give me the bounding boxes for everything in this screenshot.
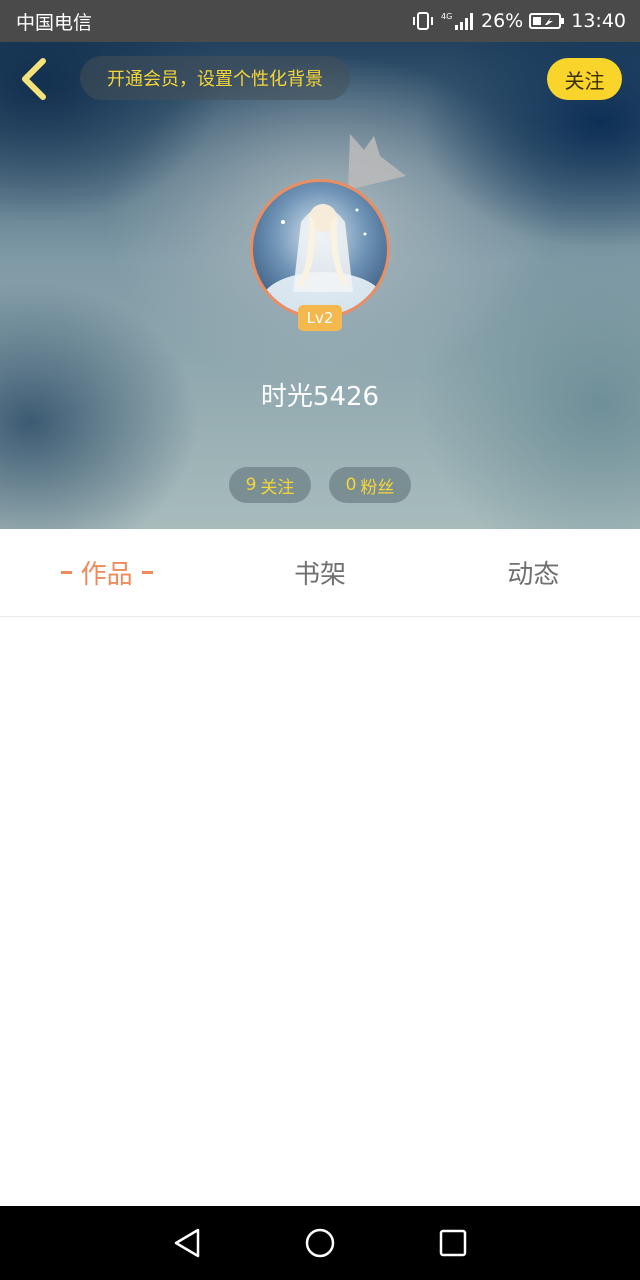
tab-indicator-left: [60, 571, 72, 574]
nav-recents-button[interactable]: [423, 1213, 483, 1273]
triangle-back-icon: [174, 1228, 199, 1258]
profile-tabs: 作品 书架 动态: [0, 529, 640, 617]
tab-indicator-right: [141, 571, 153, 574]
vibrate-icon: [411, 11, 435, 31]
tab-activity[interactable]: 动态: [427, 529, 640, 616]
username: 时光5426: [260, 382, 380, 412]
chevron-left-icon: [22, 58, 46, 100]
avatar-image: [261, 204, 385, 316]
following-count: 9: [245, 475, 257, 495]
signal-icon: 4G: [441, 11, 475, 31]
follow-button[interactable]: 关注: [547, 58, 622, 100]
level-badge: Lv2: [298, 305, 342, 331]
svg-text:4G: 4G: [441, 12, 452, 21]
clock: 13:40: [571, 10, 626, 32]
fans-stat[interactable]: 0 粉丝: [329, 467, 411, 503]
following-label: 关注: [260, 477, 295, 498]
tab-bookshelf[interactable]: 书架: [213, 529, 426, 616]
nav-home-button[interactable]: [290, 1213, 350, 1273]
circle-home-icon: [305, 1228, 335, 1258]
tab-content-area: [0, 618, 640, 1206]
battery-icon: [529, 12, 565, 30]
tab-works-label: 作品: [80, 560, 133, 590]
tab-activity-label: 动态: [507, 560, 560, 590]
profile-header: 开通会员，设置个性化背景 关注 Lv2 时光5426 9 关注 0 粉丝: [0, 42, 640, 529]
follow-label: 关注: [564, 68, 605, 93]
vip-prompt-text: 开通会员，设置个性化背景: [107, 69, 323, 90]
vip-background-prompt[interactable]: 开通会员，设置个性化背景: [80, 56, 350, 100]
fans-count: 0: [345, 475, 357, 495]
status-bar: 中国电信 4G 26% 13:40: [0, 0, 640, 42]
following-stat[interactable]: 9 关注: [229, 467, 311, 503]
battery-percent: 26%: [481, 10, 524, 32]
square-recents-icon: [440, 1229, 467, 1257]
fans-label: 粉丝: [360, 477, 395, 498]
level-text: Lv2: [306, 309, 334, 327]
tab-bookshelf-label: 书架: [293, 560, 346, 590]
status-icons: 4G 26% 13:40: [411, 10, 626, 32]
nav-back-button[interactable]: [157, 1213, 217, 1273]
tab-works[interactable]: 作品: [0, 529, 213, 616]
system-nav-bar: [0, 1206, 640, 1280]
back-button[interactable]: [14, 56, 54, 102]
avatar[interactable]: [250, 179, 390, 319]
carrier-name: 中国电信: [16, 11, 93, 34]
